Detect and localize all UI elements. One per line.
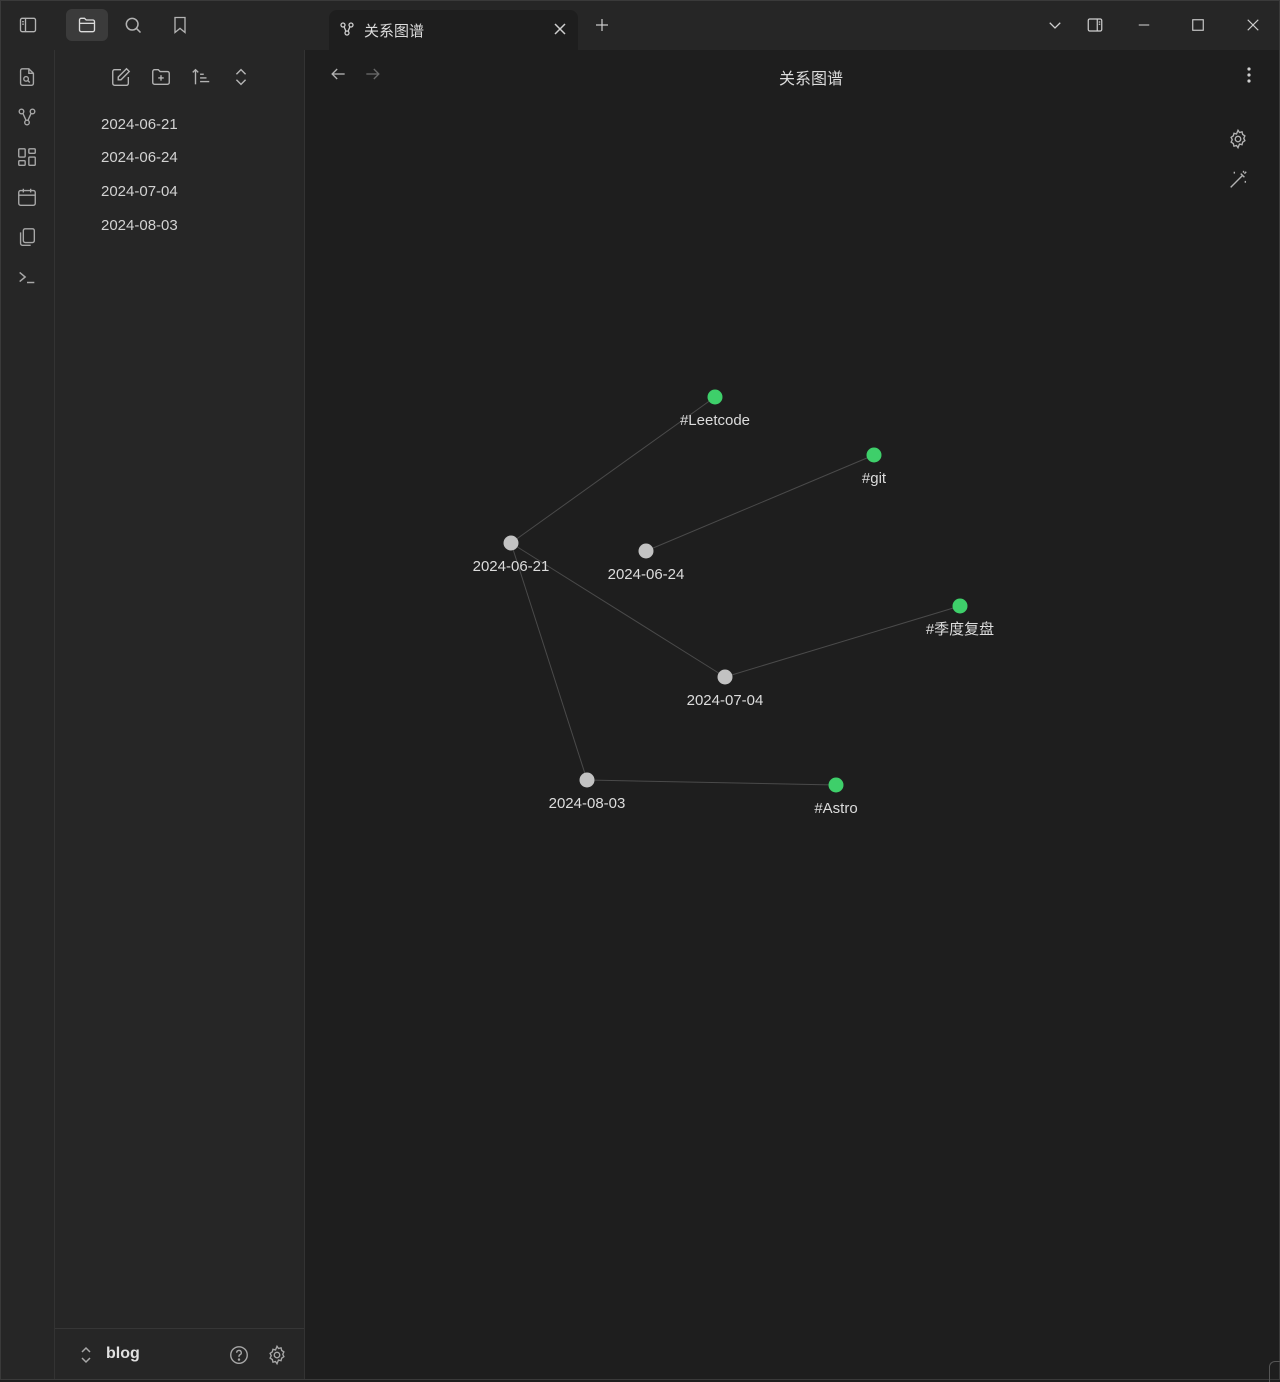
vault-chevron-icon[interactable] (77, 1345, 95, 1365)
maximize-icon[interactable] (1178, 9, 1218, 41)
files-folder-icon[interactable] (66, 9, 108, 41)
graph-note-node[interactable] (717, 669, 733, 685)
canvas-icon[interactable] (16, 146, 38, 168)
calendar-icon[interactable] (16, 186, 38, 208)
vault-name[interactable]: blog (106, 1345, 140, 1363)
graph-tag-node[interactable] (952, 598, 968, 614)
new-note-icon[interactable] (110, 66, 134, 90)
graph-node-label: #Astro (814, 800, 857, 817)
file-item[interactable]: 2024-07-04 (101, 181, 178, 203)
graph-view-icon[interactable] (16, 106, 38, 128)
minimize-icon[interactable] (1124, 9, 1164, 41)
tab-graph-view[interactable]: 关系图谱 (329, 10, 578, 50)
help-icon[interactable] (228, 1344, 250, 1366)
tab-title: 关系图谱 (364, 23, 425, 40)
graph-node-label: #Leetcode (680, 412, 750, 429)
right-sidebar-toggle-icon[interactable] (1075, 9, 1115, 41)
graph-view-pane: 关系图谱 2024-06-21 2024-06-24 2024-07-04 2024-… (305, 50, 1279, 1379)
sidebar-toggle-icon[interactable] (7, 9, 49, 41)
graph-node-label: #git (862, 470, 887, 487)
new-folder-icon[interactable] (150, 66, 174, 90)
graph-canvas[interactable]: 2024-06-21 2024-06-24 2024-07-04 2024-08-03… (305, 50, 1279, 1379)
graph-node-label: #季度复盘 (926, 620, 994, 638)
graph-note-node[interactable] (638, 543, 654, 559)
app-window: 关系图谱 2024-06-21 2024-06-24 2024-07-04 20… (0, 0, 1280, 1382)
search-icon[interactable] (112, 9, 154, 41)
graph-tag-node[interactable] (866, 447, 882, 463)
graph-edge (645, 454, 875, 552)
graph-tag-node[interactable] (828, 777, 844, 793)
graph-note-node[interactable] (503, 535, 519, 551)
graph-edge (510, 542, 588, 781)
close-icon[interactable] (552, 21, 568, 37)
new-tab-plus-icon[interactable] (582, 9, 622, 41)
file-item[interactable]: 2024-06-24 (101, 147, 178, 169)
file-item[interactable]: 2024-08-03 (101, 215, 178, 237)
bookmark-icon[interactable] (159, 9, 201, 41)
graph-note-node[interactable] (579, 772, 595, 788)
graph-node-label: 2024-06-24 (608, 566, 685, 583)
tab-list-chevron-down-icon[interactable] (1035, 9, 1075, 41)
templates-copy-icon[interactable] (16, 226, 38, 248)
settings-gear-icon[interactable] (266, 1344, 288, 1366)
graph-tag-node[interactable] (707, 389, 723, 405)
resize-handle[interactable] (1269, 1361, 1280, 1382)
graph-edge (586, 779, 837, 786)
graph-node-label: 2024-07-04 (687, 692, 764, 709)
ribbon (1, 50, 55, 1379)
sort-icon[interactable] (190, 66, 214, 90)
file-item[interactable]: 2024-06-21 (101, 114, 178, 136)
file-explorer: 2024-06-21 2024-06-24 2024-07-04 2024-08… (55, 50, 305, 1379)
graph-node-label: 2024-08-03 (549, 795, 626, 812)
title-bar: 关系图谱 (1, 1, 1279, 50)
vault-switcher[interactable]: blog (55, 1328, 304, 1380)
graph-edge (724, 605, 961, 678)
graph-icon (339, 21, 355, 37)
expand-collapse-icon[interactable] (230, 66, 254, 90)
window-close-icon[interactable] (1233, 9, 1273, 41)
graph-node-label: 2024-06-21 (473, 558, 550, 575)
quick-switcher-icon[interactable] (16, 66, 38, 88)
terminal-icon[interactable] (16, 266, 38, 288)
